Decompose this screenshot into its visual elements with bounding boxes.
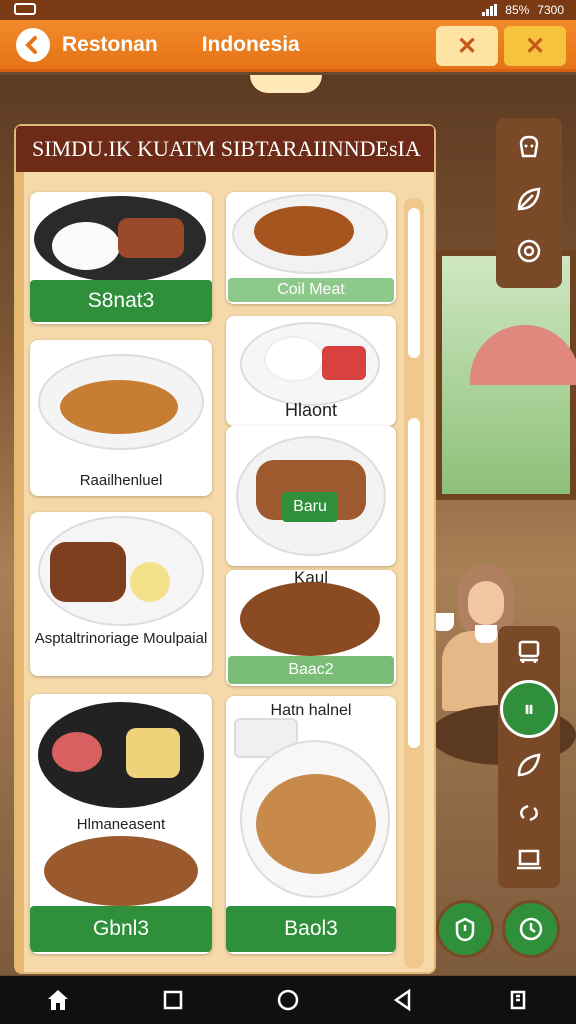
dish-label: Hlmaneasent: [76, 816, 166, 833]
home-icon: [47, 990, 68, 1010]
clock-time: 7300: [537, 3, 564, 17]
leaf-icon[interactable]: [512, 182, 546, 216]
settings-badge-icon[interactable]: [512, 234, 546, 268]
dish-label: Hlaont: [284, 400, 338, 420]
dish-button[interactable]: S8nat3: [30, 280, 212, 322]
menu-card[interactable]: Raailhenluel: [30, 340, 212, 496]
notification-icon: [14, 3, 36, 15]
robot-icon[interactable]: [512, 634, 546, 668]
recents-icon: [511, 990, 526, 1010]
menu-card[interactable]: Coil Meat: [226, 192, 396, 304]
system-nav-bar: [0, 976, 576, 1024]
back-button[interactable]: [16, 27, 50, 62]
back-nav-button[interactable]: [383, 980, 423, 1020]
square-icon: [163, 990, 183, 1010]
menu-card[interactable]: S8nat3: [30, 192, 212, 324]
home-button[interactable]: [38, 980, 78, 1020]
app-subtitle: Indonesia: [201, 32, 300, 56]
close-icon: ✕: [524, 32, 546, 60]
timer-icon: [455, 917, 475, 942]
back-icon: [25, 35, 37, 54]
scroll-thumb-secondary[interactable]: [408, 418, 420, 748]
split-icon: ⏸: [523, 696, 535, 721]
side-toolbar-bottom: [498, 626, 560, 888]
menu-card[interactable]: Asptaltrinoriage Moulpaial: [30, 512, 212, 676]
menu-panel: SIMDU.IK KUATM SIBTARAIINNDEsIA S8nat3 C…: [16, 126, 434, 972]
menu-card[interactable]: Baru: [226, 426, 396, 566]
recents-button[interactable]: [498, 980, 538, 1020]
home-circle-button[interactable]: [268, 980, 308, 1020]
clock-button[interactable]: [502, 900, 560, 958]
menu-card[interactable]: Hlmaneasent Gbnl3: [30, 694, 212, 954]
menu-card[interactable]: Kaul Baac2: [226, 570, 396, 686]
close-button-alt[interactable]: ✕: [504, 26, 566, 66]
panel-edge: [16, 172, 24, 972]
chef-hat-icon[interactable]: [512, 130, 546, 164]
close-button[interactable]: ✕: [436, 26, 498, 66]
dish-label: Raailhenluel: [79, 472, 163, 489]
split-button[interactable]: ⏸: [500, 680, 558, 738]
dish-label: Asptaltrinoriage Moulpaial: [34, 630, 208, 647]
app-bar: Restonan Indonesia ✕ ✕: [0, 20, 576, 72]
dish-image: [240, 582, 380, 656]
close-icon: ✕: [456, 32, 478, 60]
app-title: Restonan: [62, 32, 158, 56]
close-buttons: ✕ ✕: [436, 26, 566, 66]
tea-cup: [475, 625, 497, 643]
triangle-icon: [393, 988, 411, 1012]
dish-button[interactable]: Gbnl3: [30, 906, 212, 952]
leaf-small-icon[interactable]: [512, 748, 546, 782]
laptop-icon[interactable]: [512, 842, 546, 876]
side-toolbar: [496, 118, 562, 288]
overview-button[interactable]: [153, 980, 193, 1020]
scrollbar[interactable]: [404, 198, 424, 968]
battery-level: 85%: [505, 3, 530, 17]
panel-title: SIMDU.IK KUATM SIBTARAIINNDEsIA: [16, 126, 434, 172]
signal-icon: [482, 4, 498, 16]
dish-button[interactable]: Baac2: [228, 656, 394, 684]
new-badge[interactable]: Baru: [282, 492, 338, 522]
glass: [432, 613, 454, 631]
circle-icon: [277, 989, 299, 1011]
status-bar: 85% 7300: [0, 0, 576, 20]
menu-card[interactable]: Hlaont: [226, 316, 396, 426]
menu-card[interactable]: Hatn halnel Baol3: [226, 696, 396, 954]
link-icon[interactable]: [512, 796, 546, 830]
dish-button[interactable]: Coil Meat: [228, 278, 394, 302]
scroll-thumb[interactable]: [408, 208, 420, 358]
clock-icon: [519, 917, 543, 941]
dish-button[interactable]: Baol3: [226, 906, 396, 952]
timer-button[interactable]: [436, 900, 494, 958]
ceiling-lamp: [250, 75, 322, 93]
